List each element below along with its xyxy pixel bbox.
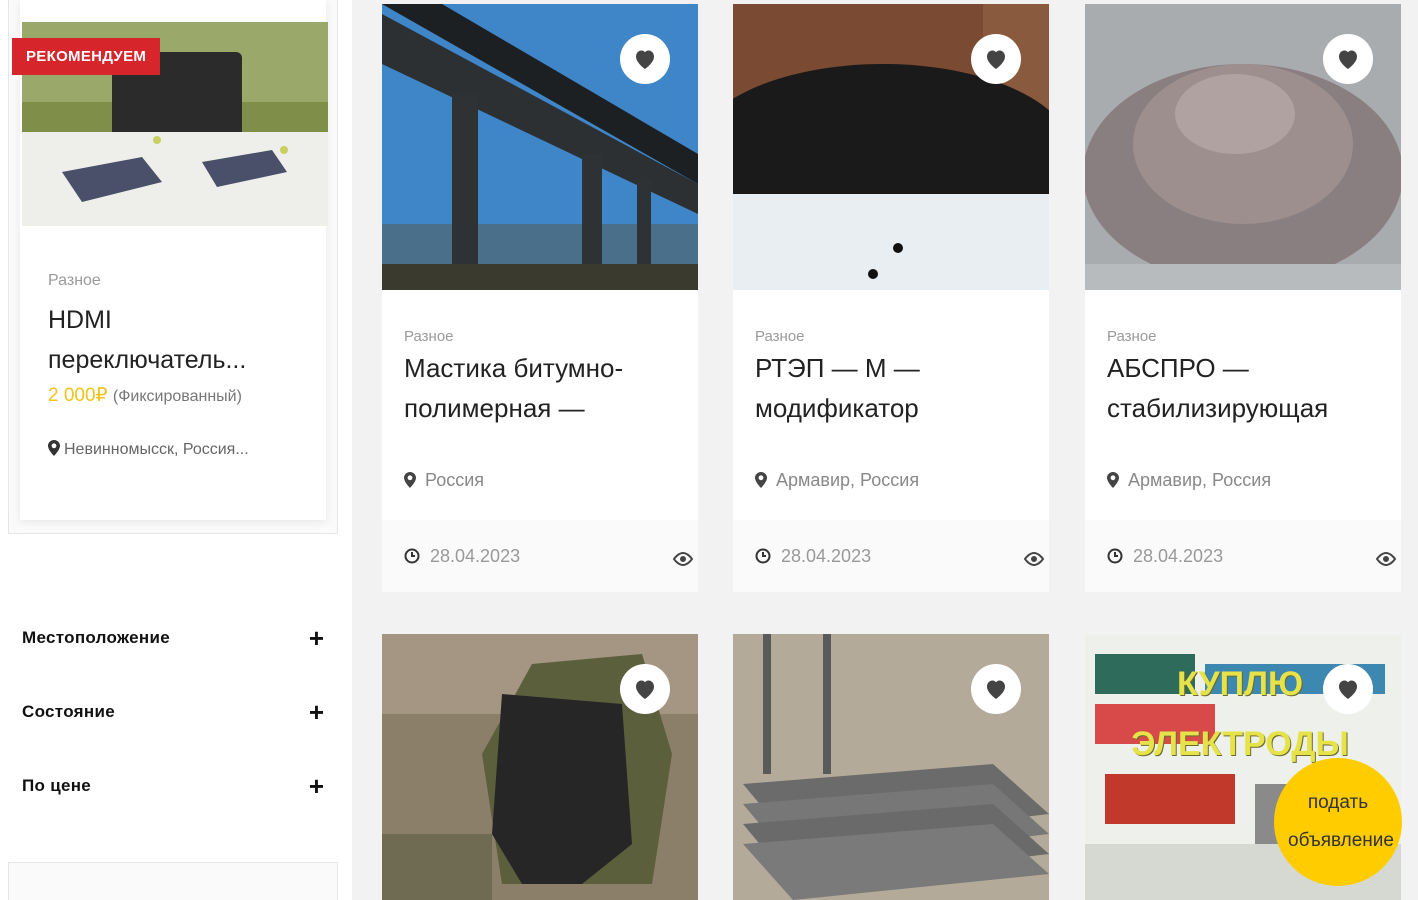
featured-price-type: (Фиксированный) — [112, 388, 242, 405]
listing-footer: 28.04.2023 — [733, 520, 1049, 592]
listing-footer: 28.04.2023 — [1085, 520, 1401, 592]
listing-title[interactable]: АБСПРО — стабилизирующая — [1107, 348, 1387, 428]
listing-card[interactable]: Разное Мастика битумно-полимерная — Росс… — [382, 4, 698, 592]
featured-title[interactable]: HDMI переключатель... — [48, 300, 298, 380]
featured-price: 2 000₽ — [48, 385, 108, 406]
image-banner-text: КУПЛЮ ЭЛЕКТРОДЫ — [1131, 665, 1349, 763]
listing-location: Армавир, Россия — [1107, 470, 1271, 491]
heart-icon — [1339, 50, 1357, 69]
recommended-badge: РЕКОМЕНДУЕМ — [12, 38, 161, 75]
sidebar: РЕКОМЕНДУЕМ Разное HDMI переключатель...… — [0, 0, 352, 900]
listing-category: Разное — [404, 328, 454, 345]
featured-location-text: Невинномысск, Россия... — [64, 441, 249, 458]
heart-icon — [987, 50, 1005, 69]
eye-icon — [1375, 552, 1397, 566]
favorite-button[interactable] — [971, 34, 1021, 84]
listing-date-text: 28.04.2023 — [1133, 546, 1224, 566]
listing-card[interactable]: Разное АБСПРО — стабилизирующая Армавир,… — [1085, 4, 1401, 592]
favorite-button[interactable] — [1323, 664, 1373, 714]
favorite-button[interactable] — [1323, 34, 1373, 84]
post-ad-button[interactable]: подать объявление — [1274, 758, 1402, 886]
heart-icon — [636, 680, 654, 699]
listing-location-text: Армавир, Россия — [1128, 470, 1272, 490]
plus-icon[interactable]: + — [309, 773, 324, 799]
favorite-button[interactable] — [971, 664, 1021, 714]
heart-icon — [636, 50, 654, 69]
location-pin-icon — [1107, 472, 1119, 488]
listing-location: Россия — [404, 470, 484, 491]
listing-date: 28.04.2023 — [404, 546, 520, 567]
location-pin-icon — [404, 472, 416, 488]
featured-price-row: 2 000₽ (Фиксированный) — [48, 384, 242, 407]
featured-category: Разное — [48, 272, 101, 289]
listings-grid: Разное Мастика битумно-полимерная — Росс… — [352, 0, 1418, 900]
plus-icon[interactable]: + — [309, 625, 324, 651]
location-pin-icon — [48, 440, 60, 456]
eye-icon — [1023, 552, 1045, 566]
favorite-button[interactable] — [620, 34, 670, 84]
clock-icon — [1107, 548, 1123, 564]
sidebar-bottom-panel — [8, 862, 338, 900]
featured-location: Невинномысск, Россия... — [48, 428, 308, 472]
filter-location-label: Местоположение — [22, 628, 170, 647]
heart-icon — [1339, 680, 1357, 699]
clock-icon — [755, 548, 771, 564]
clock-icon — [404, 548, 420, 564]
filter-price-label: По цене — [22, 776, 92, 795]
eye-icon — [672, 552, 694, 566]
listing-category: Разное — [755, 328, 805, 345]
listing-date-text: 28.04.2023 — [781, 546, 872, 566]
listing-category: Разное — [1107, 328, 1157, 345]
listing-date: 28.04.2023 — [755, 546, 871, 567]
listing-location: Армавир, Россия — [755, 470, 919, 491]
filter-condition[interactable]: Состояние + — [22, 699, 332, 732]
listing-footer: 28.04.2023 — [382, 520, 698, 592]
post-ad-label: подать объявление — [1288, 792, 1394, 851]
listing-title[interactable]: Мастика битумно-полимерная — — [404, 348, 684, 428]
listing-location-text: Армавир, Россия — [776, 470, 920, 490]
listing-card[interactable] — [733, 634, 1049, 900]
location-pin-icon — [755, 472, 767, 488]
listing-date: 28.04.2023 — [1107, 546, 1223, 567]
heart-icon — [987, 680, 1005, 699]
listing-card[interactable] — [382, 634, 698, 900]
listing-title[interactable]: РТЭП — М — модификатор — [755, 348, 1035, 428]
filter-price[interactable]: По цене + — [22, 773, 332, 806]
listing-location-text: Россия — [425, 470, 485, 490]
listing-date-text: 28.04.2023 — [430, 546, 521, 566]
filter-condition-label: Состояние — [22, 702, 115, 721]
favorite-button[interactable] — [620, 664, 670, 714]
listing-card[interactable]: Разное РТЭП — М — модификатор Армавир, Р… — [733, 4, 1049, 592]
plus-icon[interactable]: + — [309, 699, 324, 725]
filter-location[interactable]: Местоположение + — [22, 625, 332, 658]
